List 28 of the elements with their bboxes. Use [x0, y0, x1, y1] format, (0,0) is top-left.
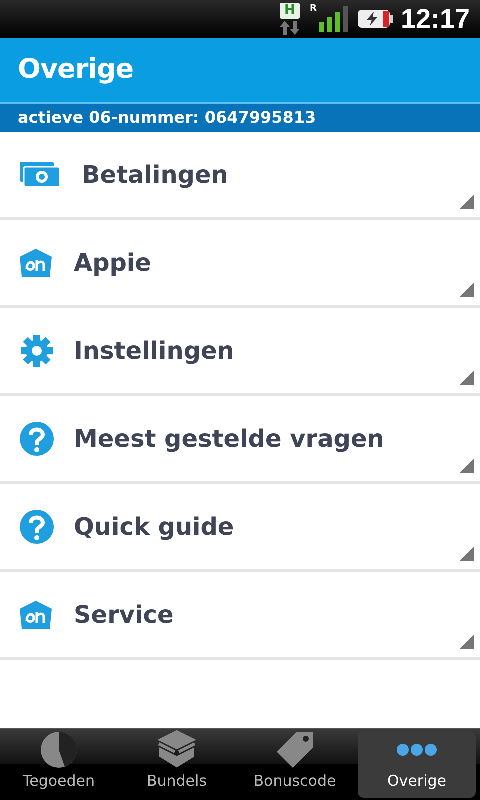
- more-icon: [397, 744, 437, 756]
- corner-icon: [460, 635, 474, 649]
- help-icon: [20, 510, 54, 544]
- box-icon: [157, 730, 197, 770]
- battery-charging-icon: [356, 8, 393, 30]
- clock: 12:17: [400, 2, 470, 36]
- tab[interactable]: Tegoeden: [0, 731, 118, 798]
- tab[interactable]: Overige: [358, 731, 476, 798]
- signal-icon: [318, 6, 349, 32]
- corner-icon: [460, 283, 474, 297]
- corner-icon: [460, 195, 474, 209]
- roaming-indicator: R: [310, 3, 317, 16]
- corner-icon: [460, 459, 474, 473]
- logo-icon: [20, 246, 54, 278]
- help-icon: [20, 422, 54, 456]
- tab[interactable]: Bundels: [118, 731, 236, 798]
- logo-icon: [20, 598, 54, 630]
- wallet-icon: [20, 162, 62, 188]
- network-type-indicator: H: [280, 3, 300, 19]
- page-title: Overige: [18, 52, 134, 87]
- phone-number-label: actieve 06-nummer: 0647995813: [18, 107, 316, 129]
- tag-icon: [275, 730, 315, 770]
- tab[interactable]: Bonuscode: [236, 731, 354, 798]
- data-arrows-icon: [280, 21, 300, 35]
- corner-icon: [460, 547, 474, 561]
- corner-icon: [460, 371, 474, 385]
- pie-icon: [39, 730, 79, 770]
- settings-icon: [20, 334, 54, 368]
